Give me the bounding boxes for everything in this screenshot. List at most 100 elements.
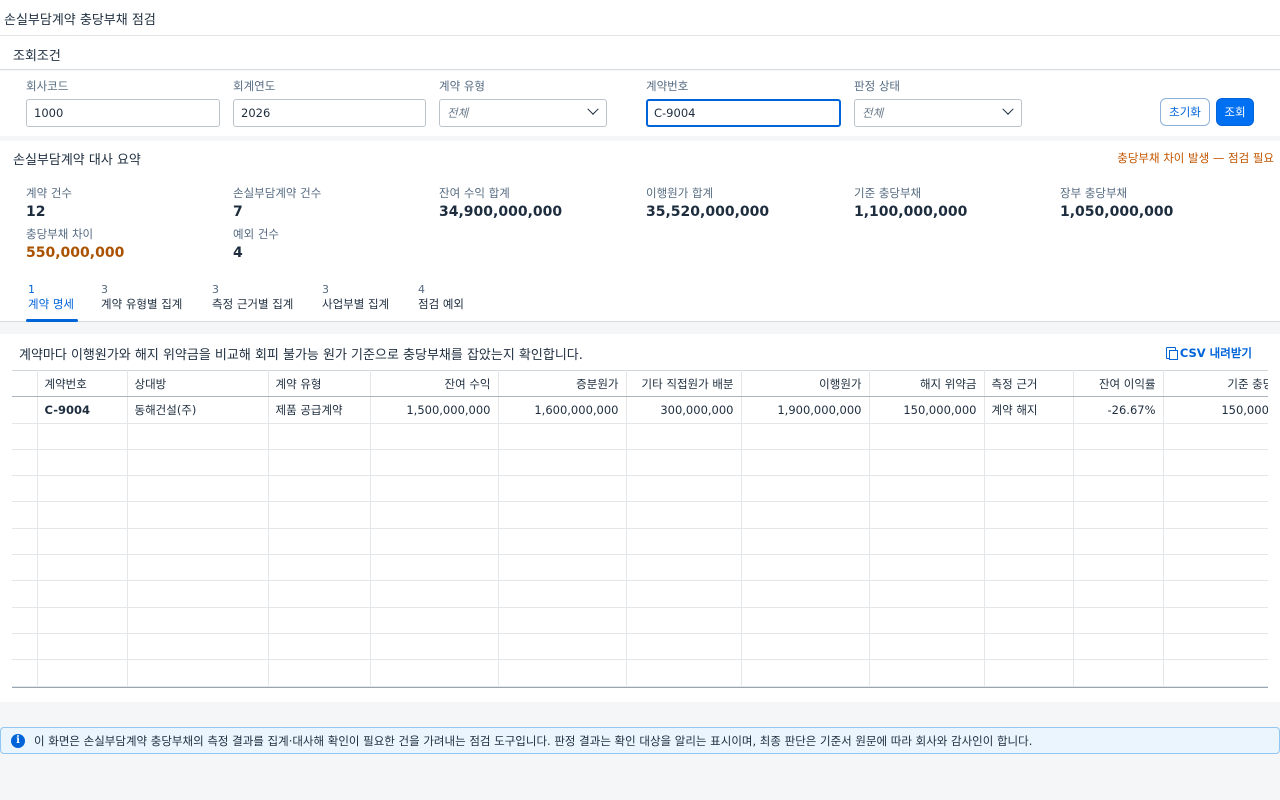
tab-by-division[interactable]: 3 사업부별 집계 <box>322 283 398 322</box>
col-measurement-basis[interactable]: 측정 근거 <box>984 370 1074 398</box>
empty-cell <box>869 580 985 608</box>
kpi-standard-provision: 기준 충당부채 1,100,000,000 <box>854 185 967 220</box>
empty-cell <box>1073 633 1164 661</box>
empty-table-row <box>12 686 1268 687</box>
empty-cell <box>498 659 627 687</box>
empty-cell <box>127 423 269 450</box>
col-remaining-margin[interactable]: 잔여 이익률 <box>1073 370 1164 398</box>
table-row[interactable]: C-9004 동해건설(주) 제품 공급계약 1,500,000,000 1,6… <box>12 396 1268 424</box>
judgement-label: 판정 상태 <box>854 79 900 93</box>
empty-cell <box>12 580 38 608</box>
empty-cell <box>984 580 1074 608</box>
empty-cell <box>1073 659 1164 687</box>
tab-count: 3 <box>322 283 329 296</box>
csv-download-button[interactable]: CSV 내려받기 <box>1165 345 1252 361</box>
empty-table-row <box>12 659 1268 687</box>
contract-no-label: 계약번호 <box>646 79 689 93</box>
empty-cell <box>626 501 742 529</box>
empty-cell <box>12 528 38 556</box>
fiscal-year-input[interactable]: 2026 <box>233 99 426 127</box>
empty-cell <box>1163 449 1268 477</box>
empty-cell <box>626 580 742 608</box>
empty-cell <box>12 501 38 529</box>
cell-incremental-cost: 1,600,000,000 <box>498 396 627 424</box>
empty-cell <box>370 475 499 503</box>
empty-cell <box>498 607 627 634</box>
tab-by-measurement-basis[interactable]: 3 측정 근거별 집계 <box>212 283 302 322</box>
empty-cell <box>12 423 38 450</box>
col-contract-no[interactable]: 계약번호 <box>37 370 128 398</box>
fiscal-year-field: 회계연도 2026 <box>233 78 426 127</box>
empty-table-row <box>12 475 1268 503</box>
empty-cell <box>12 633 38 661</box>
kpi-label: 기준 충당부채 <box>854 186 922 200</box>
empty-cell <box>741 475 870 503</box>
empty-cell <box>12 554 38 582</box>
empty-cell <box>1073 475 1164 503</box>
col-counterparty[interactable]: 상대방 <box>127 370 269 398</box>
empty-cell <box>984 659 1074 687</box>
empty-table-row <box>12 528 1268 556</box>
tab-exceptions[interactable]: 4 점검 예외 <box>418 283 470 322</box>
cell-termination-penalty: 150,000,000 <box>869 396 985 424</box>
col-remaining-revenue[interactable]: 잔여 수익 <box>370 370 499 398</box>
empty-cell <box>498 580 627 608</box>
empty-cell <box>268 501 371 529</box>
col-other-direct-cost[interactable]: 기타 직접원가 배분 <box>626 370 742 398</box>
csv-download-label: CSV 내려받기 <box>1179 346 1252 360</box>
col-termination-penalty[interactable]: 해지 위약금 <box>869 370 985 398</box>
row-selector[interactable] <box>12 396 38 424</box>
empty-cell <box>741 633 870 661</box>
empty-cell <box>127 686 269 687</box>
empty-cell <box>1073 449 1164 477</box>
empty-table-row <box>12 501 1268 529</box>
tab-count: 1 <box>28 283 35 296</box>
cell-contract-no: C-9004 <box>37 396 128 424</box>
cell-measurement-basis: 계약 해지 <box>984 396 1074 424</box>
empty-cell <box>984 501 1074 529</box>
empty-cell <box>127 580 269 608</box>
kpi-value: 1,100,000,000 <box>854 204 968 220</box>
kpi-label: 충당부채 차이 <box>26 227 94 241</box>
empty-cell <box>984 607 1074 634</box>
empty-cell <box>370 686 499 687</box>
judgement-select[interactable]: 전체 <box>854 99 1022 127</box>
empty-cell <box>626 528 742 556</box>
tab-by-contract-type[interactable]: 3 계약 유형별 집계 <box>101 283 191 322</box>
search-button[interactable]: 조회 <box>1216 98 1254 126</box>
tab-contract-detail[interactable]: 1 계약 명세 <box>26 283 78 322</box>
empty-cell <box>1163 580 1268 608</box>
judgement-field: 판정 상태 전체 <box>854 78 1022 127</box>
empty-table-row <box>12 449 1268 477</box>
empty-cell <box>984 423 1074 450</box>
empty-cell <box>1073 423 1164 450</box>
empty-cell <box>12 449 38 477</box>
empty-cell <box>1163 423 1268 450</box>
company-code-input[interactable]: 1000 <box>26 99 220 127</box>
empty-cell <box>268 633 371 661</box>
kpi-value: 12 <box>26 204 46 220</box>
empty-cell <box>37 607 128 634</box>
cell-remaining-margin: -26.67% <box>1073 396 1164 424</box>
empty-cell <box>498 501 627 529</box>
contract-no-input[interactable]: C-9004 <box>646 99 841 127</box>
contract-type-select[interactable]: 전체 <box>439 99 607 127</box>
kpi-fulfilment-cost: 이행원가 합계 35,520,000,000 <box>646 185 769 220</box>
summary-panel: 손실부담계약 대사 요약 충당부채 차이 발생 — 점검 필요 계약 건수 12… <box>0 141 1280 271</box>
reset-button[interactable]: 초기화 <box>1160 98 1210 126</box>
info-message: i 이 화면은 손실부담계약 충당부채의 측정 결과를 집계·대사해 확인이 필… <box>0 727 1280 754</box>
row-selector-header[interactable] <box>12 370 38 398</box>
kpi-value: 4 <box>233 245 243 261</box>
kpi-value: 550,000,000 <box>26 245 125 261</box>
empty-cell <box>370 554 499 582</box>
empty-cell <box>984 633 1074 661</box>
empty-table-row <box>12 554 1268 582</box>
col-standard-provision[interactable]: 기준 충당부채 <box>1163 370 1268 398</box>
company-code-field: 회사코드 1000 <box>26 78 220 127</box>
col-incremental-cost[interactable]: 증분원가 <box>498 370 627 398</box>
empty-cell <box>984 686 1074 687</box>
col-contract-type[interactable]: 계약 유형 <box>268 370 371 398</box>
empty-cell <box>1163 528 1268 556</box>
empty-cell <box>498 423 627 450</box>
col-fulfilment-cost[interactable]: 이행원가 <box>741 370 870 398</box>
